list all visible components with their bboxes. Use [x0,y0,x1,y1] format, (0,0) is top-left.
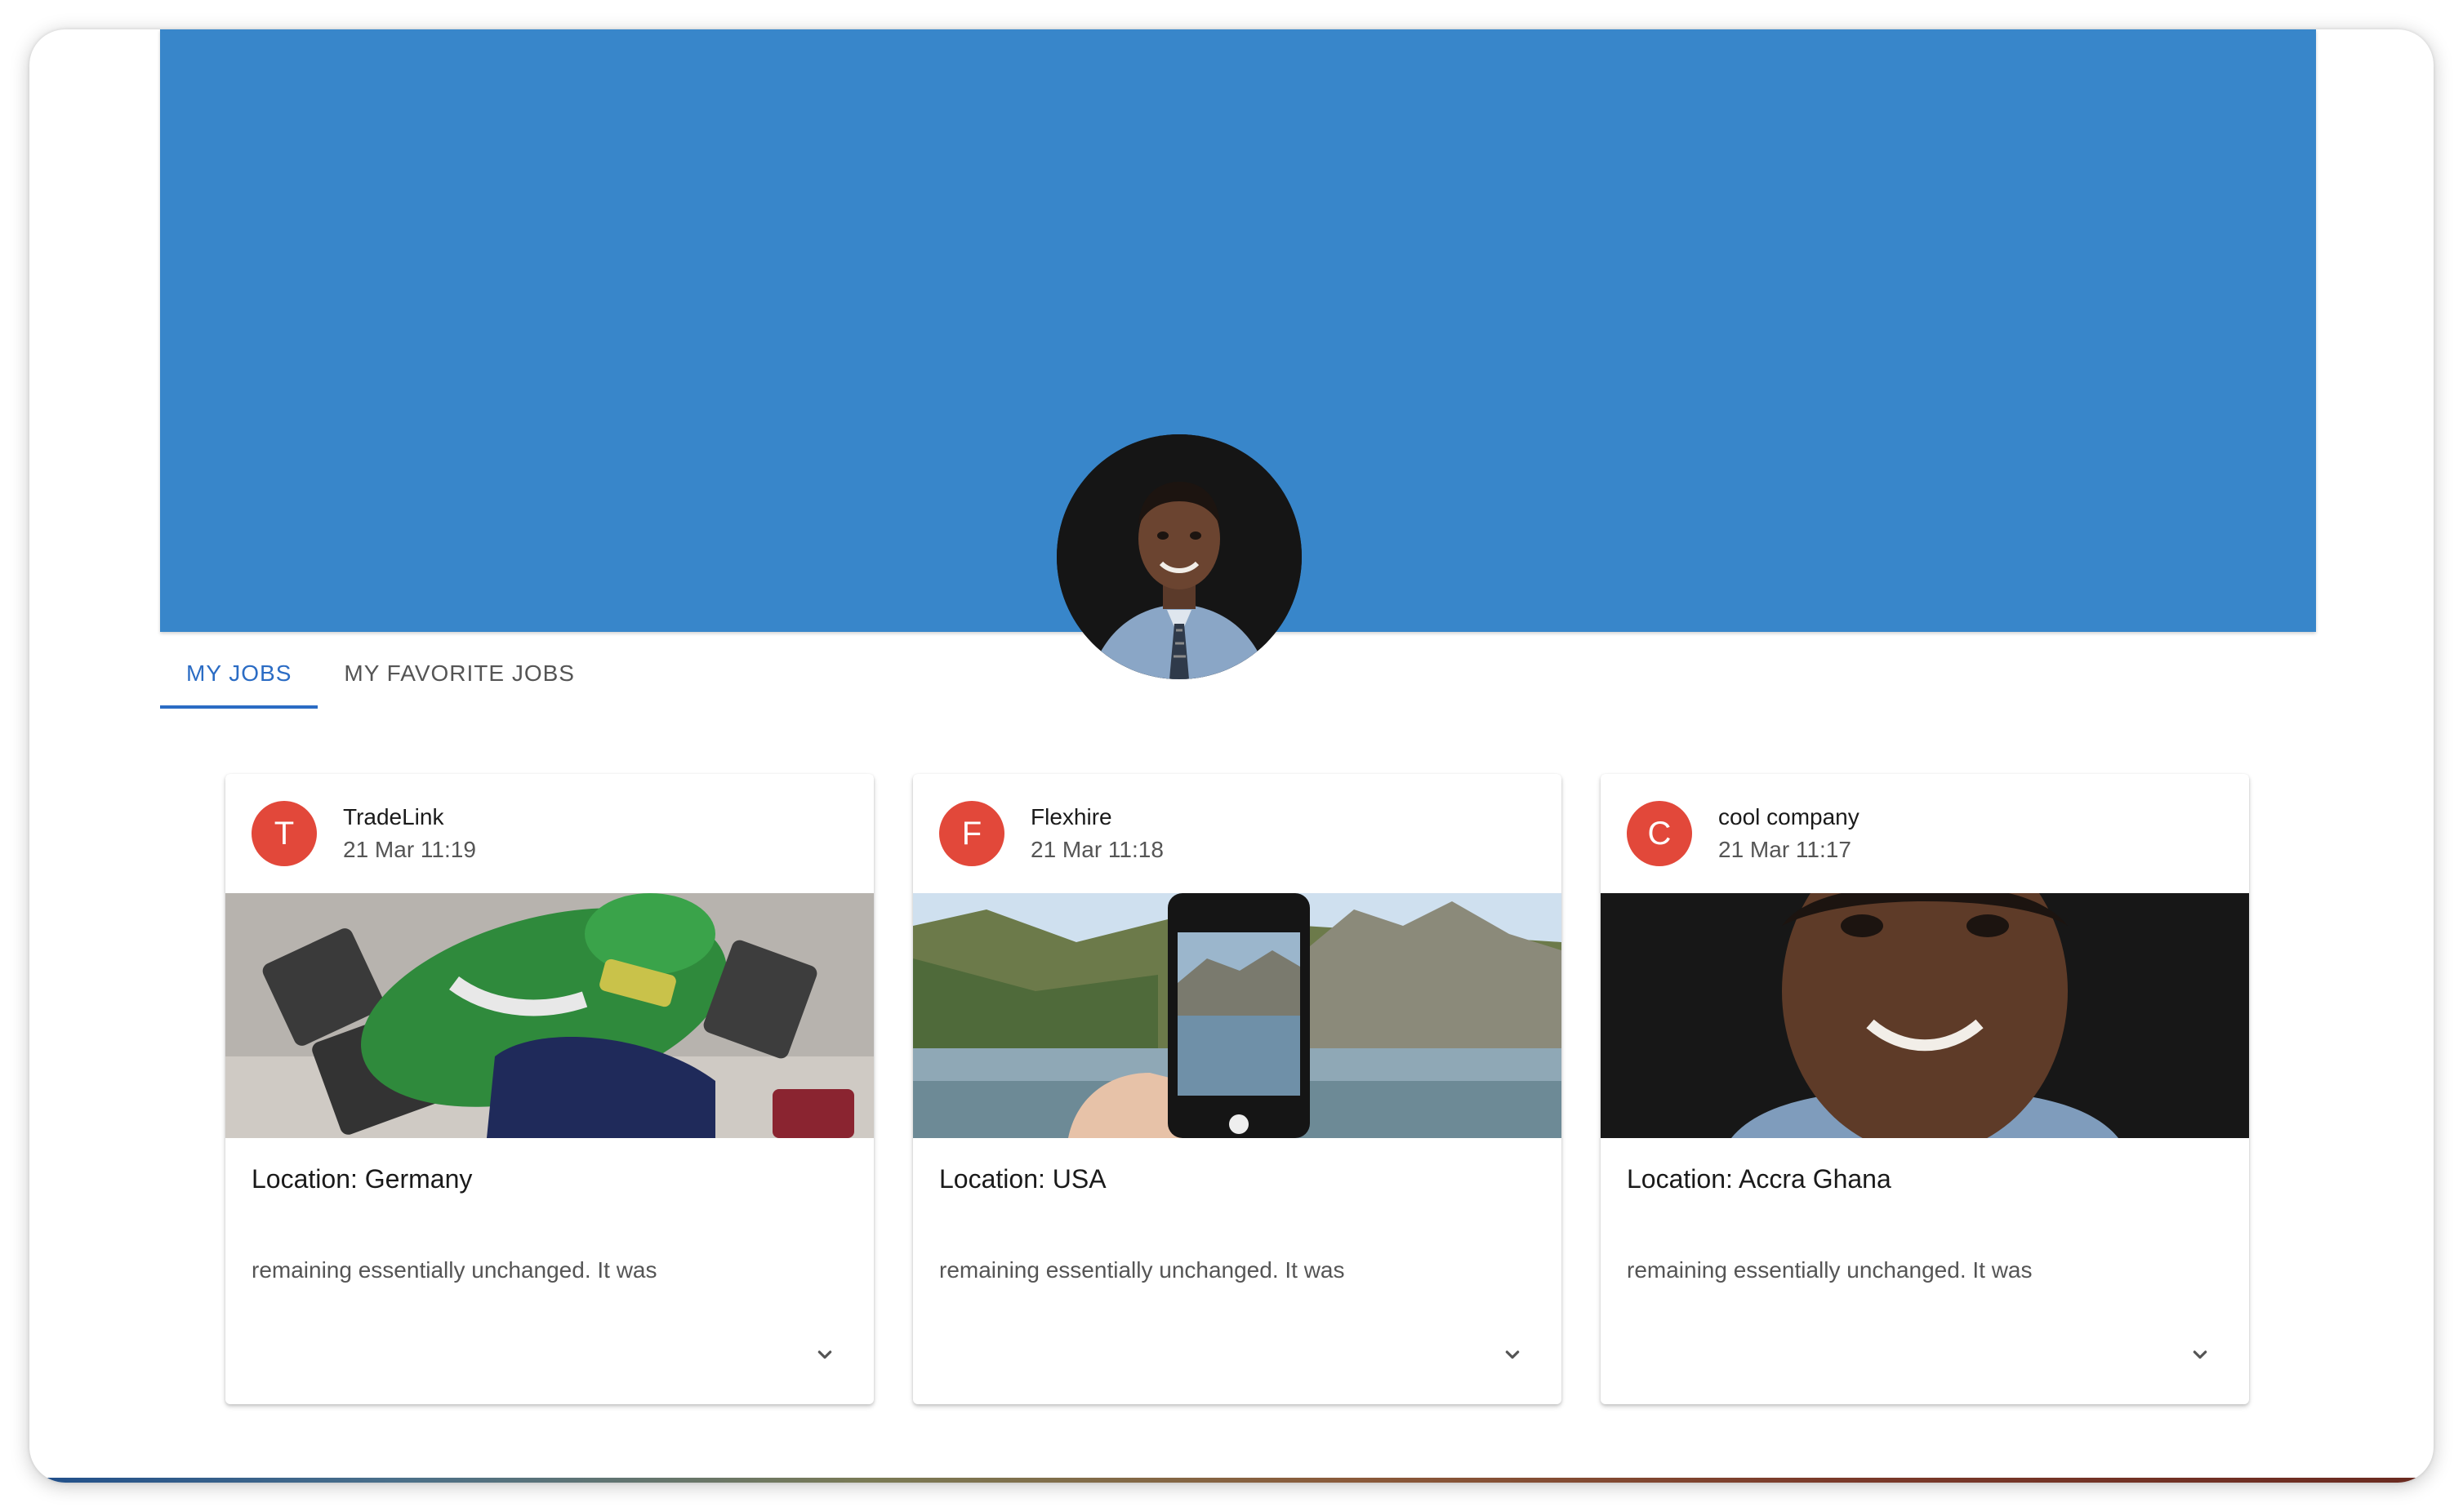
job-card[interactable]: C cool company 21 Mar 11:17 Location: Ac… [1601,774,2249,1404]
window-bottom-edge [29,1478,2434,1483]
profile-tabs: MY JOBS MY FAVORITE JOBS [160,638,601,709]
phone-lake-mountain-image [913,893,1561,1138]
company-name: Flexhire [1031,804,1112,829]
job-description: remaining essentially unchanged. It was [939,1257,1345,1283]
tab-my-jobs[interactable]: MY JOBS [160,638,318,709]
chevron-down-icon [1505,1350,1520,1359]
company-name: TradeLink [343,804,444,829]
job-card[interactable]: T TradeLink 21 Mar 11:19 Location: Germa… [225,774,874,1404]
card-header: F Flexhire 21 Mar 11:18 [913,774,1561,893]
job-location: Location: Accra Ghana [1627,1164,1891,1194]
job-location: Location: USA [939,1164,1107,1194]
company-avatar: T [252,801,317,866]
tab-my-favorite-jobs[interactable]: MY FAVORITE JOBS [318,638,601,709]
post-date: 21 Mar 11:19 [343,837,476,862]
company-avatar: C [1627,801,1692,866]
expand-button[interactable] [2174,1329,2226,1381]
job-location: Location: Germany [252,1164,473,1194]
job-card-list: T TradeLink 21 Mar 11:19 Location: Germa… [225,774,2249,1404]
card-header: T TradeLink 21 Mar 11:19 [225,774,874,893]
job-card[interactable]: F Flexhire 21 Mar 11:18 Location: USA re… [913,774,1561,1404]
job-description: remaining essentially unchanged. It was [252,1257,657,1283]
company-avatar: F [939,801,1004,866]
job-description: remaining essentially unchanged. It was [1627,1257,2033,1283]
post-date: 21 Mar 11:17 [1718,837,1851,862]
post-date: 21 Mar 11:18 [1031,837,1164,862]
portrait-man-image [1601,893,2249,1138]
profile-photo [1057,434,1302,679]
company-name: cool company [1718,804,1859,829]
profile-avatar[interactable] [1057,434,1302,679]
expand-button[interactable] [799,1329,851,1381]
chevron-down-icon [817,1350,832,1359]
card-header: C cool company 21 Mar 11:17 [1601,774,2249,893]
toy-figure-dumbbell-image [225,893,874,1138]
expand-button[interactable] [1486,1329,1539,1381]
app-window: MY JOBS MY FAVORITE JOBS T TradeLink 21 … [29,29,2434,1483]
chevron-down-icon [2193,1350,2207,1359]
